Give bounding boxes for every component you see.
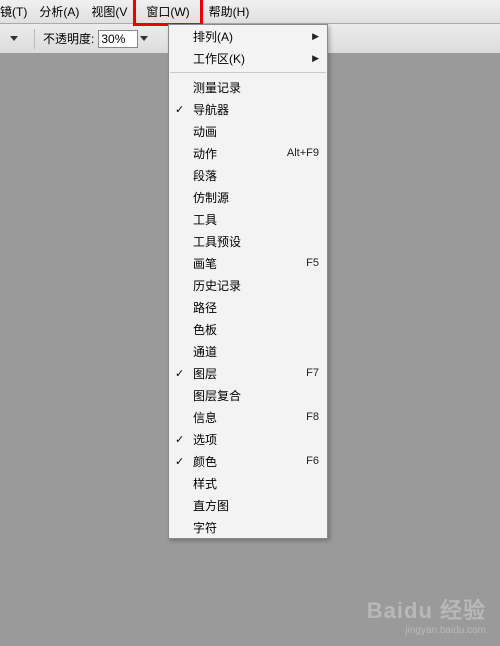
chevron-down-icon[interactable] [140,36,148,41]
menu-item-label: 动画 [193,123,319,140]
menu-item-label: 导航器 [193,101,319,118]
menu-item-label: 信息 [193,409,306,426]
menu-item[interactable]: 画笔F5 [169,252,327,274]
window-menu-dropdown: 排列(A)▶工作区(K)▶测量记录✓导航器动画动作Alt+F9段落仿制源工具工具… [168,24,328,539]
menu-item[interactable]: 测量记录 [169,76,327,98]
menu-filter[interactable]: 镜(T) [0,0,33,23]
menu-item-label: 测量记录 [193,79,319,96]
menu-item-shortcut: F8 [306,411,319,423]
opacity-label: 不透明度: [43,30,94,47]
chevron-down-icon[interactable] [10,36,18,41]
menu-item-label: 图层复合 [193,387,319,404]
menu-item-label: 字符 [193,519,319,536]
menu-item-label: 色板 [193,321,319,338]
menu-view[interactable]: 视图(V [85,0,133,23]
menu-item-label: 工具预设 [193,233,319,250]
menu-item[interactable]: 图层复合 [169,384,327,406]
menu-item-label: 路径 [193,299,319,316]
menu-item-shortcut: F6 [306,455,319,467]
menu-item[interactable]: 仿制源 [169,186,327,208]
menu-item[interactable]: 工具 [169,208,327,230]
menu-item[interactable]: 工具预设 [169,230,327,252]
submenu-arrow-icon: ▶ [312,53,319,64]
menu-item-label: 排列(A) [193,28,312,45]
menu-item[interactable]: ✓ 选项 [169,428,327,450]
menu-separator [170,72,326,73]
menu-item[interactable]: ✓ 图层F7 [169,362,327,384]
menu-item-label: 段落 [193,167,319,184]
menu-item-shortcut: Alt+F9 [287,147,319,159]
menu-item[interactable]: 字符 [169,516,327,538]
menu-item-label: 仿制源 [193,189,319,206]
check-icon: ✓ [175,455,184,468]
menu-item-label: 颜色 [193,453,306,470]
check-icon: ✓ [175,433,184,446]
menu-item-label: 动作 [193,145,287,162]
menu-analysis[interactable]: 分析(A) [33,0,85,23]
separator [34,29,35,49]
menu-item[interactable]: ✓ 导航器 [169,98,327,120]
menu-item[interactable]: 直方图 [169,494,327,516]
menu-item[interactable]: 动作Alt+F9 [169,142,327,164]
menu-item-label: 样式 [193,475,319,492]
submenu-arrow-icon: ▶ [312,31,319,42]
menubar: 镜(T) 分析(A) 视图(V 窗口(W) 帮助(H) [0,0,500,24]
menu-item[interactable]: ✓ 颜色F6 [169,450,327,472]
menu-help[interactable]: 帮助(H) [203,0,256,23]
menu-item-shortcut: F7 [306,367,319,379]
menu-item[interactable]: 信息F8 [169,406,327,428]
menu-item-label: 画笔 [193,255,306,272]
menu-item-shortcut: F5 [306,257,319,269]
menu-item-label: 历史记录 [193,277,319,294]
menu-item[interactable]: 路径 [169,296,327,318]
menu-item[interactable]: 通道 [169,340,327,362]
menu-item-label: 图层 [193,365,306,382]
menu-item[interactable]: 工作区(K)▶ [169,47,327,69]
menu-item-label: 选项 [193,431,319,448]
menu-item-label: 通道 [193,343,319,360]
menu-item[interactable]: 段落 [169,164,327,186]
opacity-input[interactable]: 30% [98,30,138,48]
menu-item[interactable]: 动画 [169,120,327,142]
menu-item[interactable]: 排列(A)▶ [169,25,327,47]
check-icon: ✓ [175,367,184,380]
menu-item[interactable]: 历史记录 [169,274,327,296]
menu-window[interactable]: 窗口(W) [133,0,202,26]
menu-item[interactable]: 样式 [169,472,327,494]
menu-item-label: 工作区(K) [193,50,312,67]
check-icon: ✓ [175,103,184,116]
menu-item-label: 工具 [193,211,319,228]
menu-item-label: 直方图 [193,497,319,514]
menu-item[interactable]: 色板 [169,318,327,340]
